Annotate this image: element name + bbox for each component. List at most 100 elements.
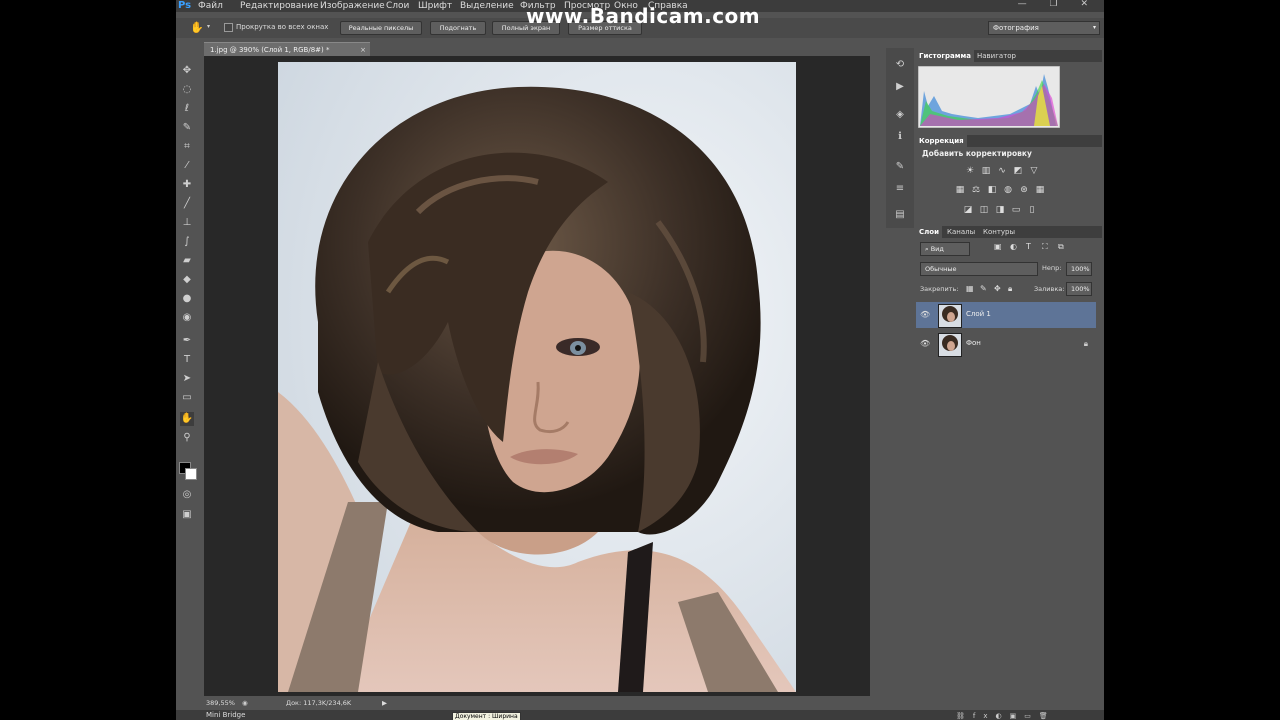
tool-presets-icon[interactable]: ▤	[893, 208, 907, 222]
crop-icon[interactable]: ⌗	[180, 140, 194, 154]
vibrance-icon[interactable]: ▽	[1028, 166, 1040, 177]
actual-pixels-button[interactable]: Реальные пикселы	[340, 21, 422, 35]
eye-icon[interactable]: 👁︎	[920, 310, 930, 320]
healing-icon[interactable]: ✚	[180, 178, 194, 192]
history-brush-icon[interactable]: ∫	[180, 235, 194, 249]
canvas-area[interactable]	[204, 56, 870, 696]
tab-adjustments[interactable]: Коррекция	[916, 135, 967, 147]
shape-icon[interactable]: ▭	[180, 391, 194, 405]
tab-layers[interactable]: Слои	[916, 226, 942, 238]
fill-field[interactable]: 100%	[1066, 282, 1092, 296]
document-tab[interactable]: 1.jpg @ 390% (Слой 1, RGB/8#) * ×	[204, 42, 370, 57]
quick-mask-icon[interactable]: ◎	[180, 488, 194, 502]
brightness-icon[interactable]: ☀	[964, 166, 976, 177]
curves-icon[interactable]: ∿	[996, 166, 1008, 177]
menu-select[interactable]: Выделение	[460, 0, 514, 12]
invert-icon[interactable]: ◪	[962, 205, 974, 216]
filter-smart-icon[interactable]: ⧉	[1058, 242, 1064, 252]
layer-name[interactable]: Слой 1	[966, 310, 991, 318]
info-panel-icon[interactable]: ℹ	[893, 130, 907, 144]
fill-label: Заливка:	[1034, 285, 1065, 293]
lock-pixels-icon[interactable]: ✎	[980, 284, 987, 293]
blur-icon[interactable]: ●	[180, 292, 194, 306]
color-lookup-icon[interactable]: ▦	[1034, 185, 1046, 196]
zoom-icon[interactable]: ⚲	[180, 431, 194, 445]
eye-icon[interactable]: 👁︎	[920, 339, 930, 349]
zoom-level[interactable]: 389,55%	[206, 696, 235, 710]
window-controls[interactable]: — ❐ ✕	[1018, 0, 1098, 10]
tab-channels[interactable]: Каналы	[944, 226, 978, 238]
workspace-select[interactable]: Фотография ▾	[988, 21, 1100, 35]
history-icon[interactable]: ⟲	[893, 58, 907, 72]
layer-filter-select[interactable]: ⌕ Вид	[920, 242, 970, 256]
hue-icon[interactable]: ▦	[954, 185, 966, 196]
filter-image-icon[interactable]: ▣	[994, 242, 1002, 251]
brush-panel-icon[interactable]: ✎	[893, 160, 907, 174]
threshold-icon[interactable]: ◨	[994, 205, 1006, 216]
opacity-field[interactable]: 100%	[1066, 262, 1092, 276]
blend-mode-select[interactable]: Обычные	[920, 262, 1038, 276]
actions-play-icon[interactable]: ▶	[893, 80, 907, 94]
status-arrow-icon[interactable]: ▶	[382, 696, 387, 710]
layer-row[interactable]: 👁︎ Слой 1	[916, 302, 1096, 328]
thumbnail-image	[939, 305, 961, 327]
info-icon[interactable]: ◉	[242, 696, 248, 710]
lasso-icon[interactable]: ℓ	[180, 102, 194, 116]
tab-paths[interactable]: Контуры	[980, 226, 1018, 238]
menu-image[interactable]: Изображение	[320, 0, 385, 12]
menu-type[interactable]: Шрифт	[418, 0, 452, 12]
close-icon[interactable]: ×	[360, 43, 366, 57]
gradient-icon[interactable]: ◆	[180, 273, 194, 287]
layer-actions[interactable]: ⛓fx◐▣▭🗑︎	[956, 712, 1056, 720]
eyedropper-icon[interactable]: ⁄	[180, 159, 194, 173]
thumbnail-image	[939, 334, 961, 356]
character-panel-icon[interactable]: ≡	[893, 182, 907, 196]
eraser-icon[interactable]: ▰	[180, 254, 194, 268]
scroll-all-checkbox[interactable]	[224, 23, 233, 32]
filter-type-icon[interactable]: T	[1026, 242, 1031, 251]
fill-value: 100%	[1071, 285, 1090, 293]
quick-select-icon[interactable]: ✎	[180, 121, 194, 135]
channel-mixer-icon[interactable]: ⊛	[1018, 185, 1030, 196]
adjustments-panel: Коррекция Добавить корректировку ☀ ▥ ∿ ◩…	[916, 135, 1102, 223]
lock-icon: 🔒︎	[1083, 339, 1088, 348]
posterize-icon[interactable]: ◫	[978, 205, 990, 216]
lock-transparency-icon[interactable]: ▦	[966, 284, 974, 293]
stamp-icon[interactable]: ⊥	[180, 216, 194, 230]
exposure-icon[interactable]: ◩	[1012, 166, 1024, 177]
pen-icon[interactable]: ✒	[180, 334, 194, 348]
move-icon[interactable]: ✥	[180, 64, 194, 78]
menu-edit[interactable]: Редактирование	[240, 0, 319, 12]
lock-all-icon[interactable]: 🔒︎	[1008, 284, 1012, 294]
layer-name[interactable]: Фон	[966, 339, 981, 347]
filter-adjust-icon[interactable]: ◐	[1010, 242, 1017, 251]
layer-row[interactable]: 👁︎ Фон 🔒︎	[916, 331, 1096, 357]
menu-layers[interactable]: Слои	[386, 0, 409, 12]
tab-histogram[interactable]: Гистограмма	[916, 50, 974, 62]
tool-preset-arrow-icon[interactable]: ▾	[207, 23, 210, 30]
photo-filter-icon[interactable]: ◍	[1002, 185, 1014, 196]
minibridge-tab[interactable]: Mini Bridge	[206, 710, 245, 720]
brush-icon[interactable]: ╱	[180, 197, 194, 211]
color-icon[interactable]: ◈	[893, 108, 907, 122]
hand-icon[interactable]: ✋	[180, 412, 194, 426]
path-select-icon[interactable]: ➤	[180, 372, 194, 386]
tab-navigator[interactable]: Навигатор	[974, 50, 1019, 62]
black-white-icon[interactable]: ◧	[986, 185, 998, 196]
status-bar: 389,55% ◉ Док: 117,3K/234,6K ▶	[204, 696, 884, 710]
filter-shape-icon[interactable]: ⛶	[1042, 242, 1048, 252]
dodge-icon[interactable]: ◉	[180, 311, 194, 325]
menu-file[interactable]: Файл	[198, 0, 223, 12]
type-icon[interactable]: T	[180, 353, 194, 367]
hand-tool-icon[interactable]: ✋	[190, 21, 204, 34]
gradient-map-icon[interactable]: ▭	[1010, 205, 1022, 216]
fit-screen-button[interactable]: Подогнать	[430, 21, 486, 35]
levels-icon[interactable]: ▥	[980, 166, 992, 177]
lock-position-icon[interactable]: ✥	[994, 284, 1001, 293]
layer-thumbnail	[938, 333, 962, 357]
selective-color-icon[interactable]: ▯	[1026, 205, 1038, 216]
screen-mode-icon[interactable]: ▣	[180, 508, 194, 522]
marquee-icon[interactable]: ◌	[180, 83, 194, 97]
color-balance-icon[interactable]: ⚖	[970, 185, 982, 196]
background-color-swatch[interactable]	[185, 468, 197, 480]
